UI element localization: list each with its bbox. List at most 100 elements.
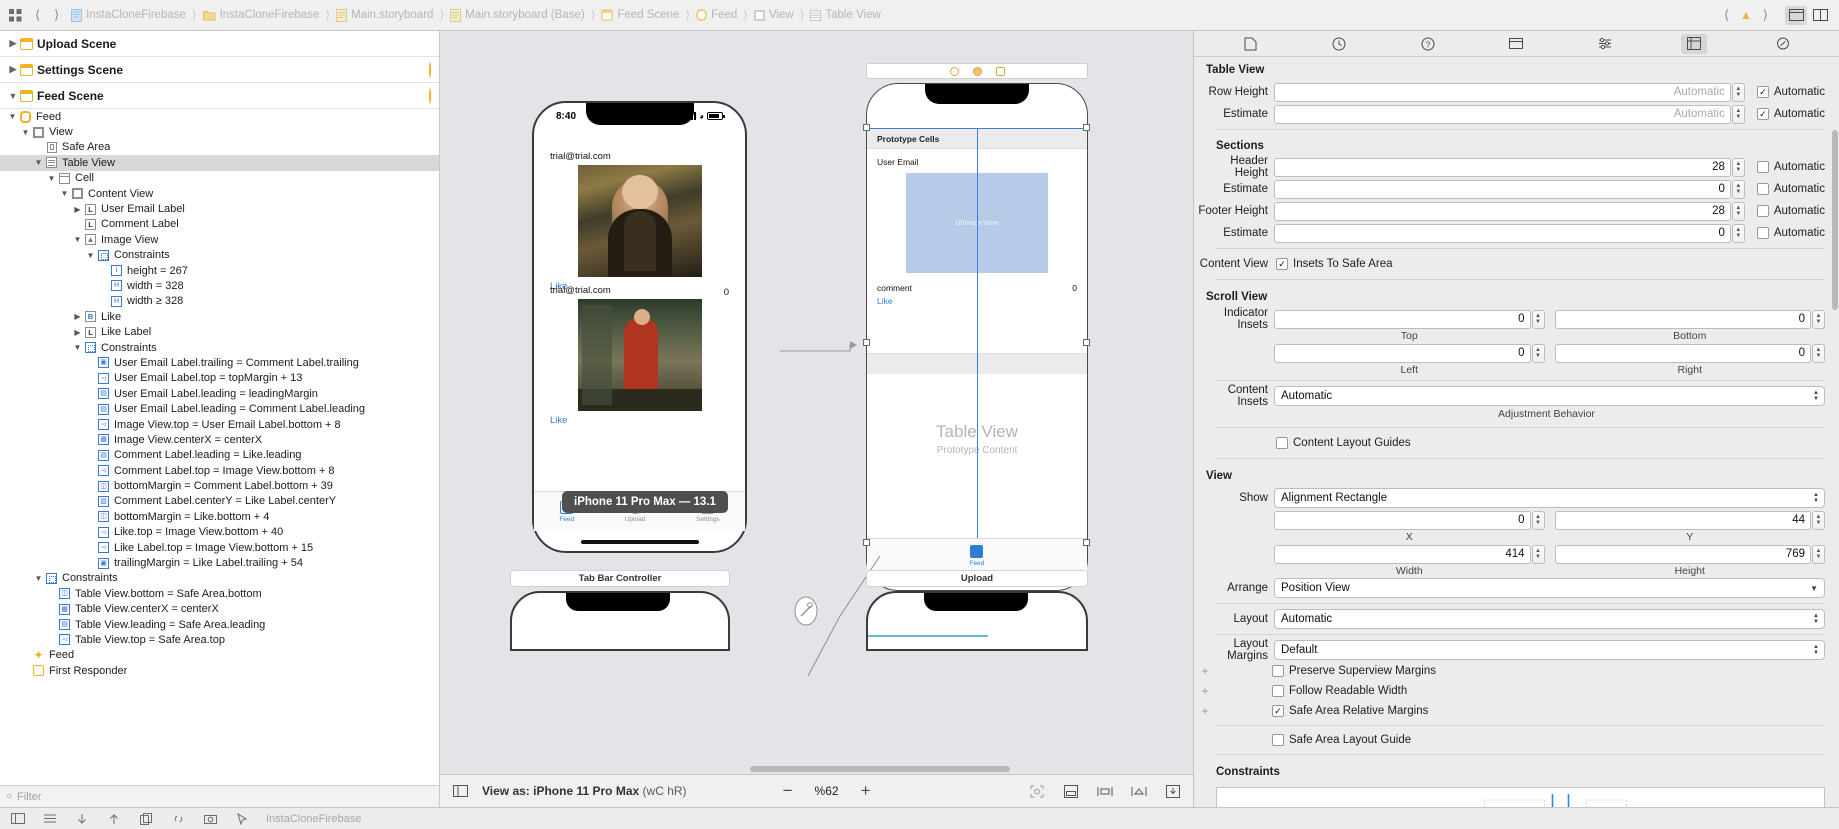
warning-icon[interactable]: ▲ — [1740, 8, 1752, 22]
outline-row[interactable]: ▼ Constraints — [0, 248, 439, 263]
outline-row[interactable]: ✦ Feed — [0, 648, 439, 663]
y-input[interactable]: 44 — [1554, 510, 1811, 530]
arrange-select[interactable]: Position View ▼ — [1274, 578, 1825, 598]
breadcrumb-item-2[interactable]: Main.storyboard — [336, 8, 433, 22]
footer-height-input[interactable]: 28 — [1274, 201, 1731, 221]
scene-row-feed[interactable]: ▼ Feed Scene — [0, 83, 439, 109]
outline-row[interactable]: Hwidth ≥ 328 — [0, 294, 439, 309]
tab-item-feed[interactable]: Feed — [970, 544, 984, 567]
outline-row[interactable]: Iheight = 267 — [0, 263, 439, 278]
outline-row[interactable]: ◫ Table View.bottom = Safe Area.bottom — [0, 586, 439, 601]
outline-row[interactable]: ▤ Comment Label.leading = Like.leading — [0, 448, 439, 463]
zoom-out-button[interactable]: − — [779, 781, 797, 801]
width-input[interactable]: 414 — [1274, 544, 1531, 564]
header-height-automatic-checkbox[interactable] — [1756, 161, 1769, 173]
layout-select[interactable]: Automatic ▲ ▼ — [1274, 609, 1825, 629]
outline-row[interactable]: ▦ Table View.centerX = centerX — [0, 602, 439, 617]
outline-row[interactable]: ▼ Constraints — [0, 571, 439, 586]
align-icon[interactable] — [1095, 782, 1115, 800]
disclosure-down-icon[interactable]: ▼ — [71, 235, 84, 244]
height-stepper[interactable]: ▲ ▼ — [1812, 544, 1825, 564]
inset-right-input[interactable]: 0 — [1554, 343, 1811, 363]
connections-inspector-icon[interactable] — [1770, 34, 1796, 54]
outline-row[interactable]: ▤ Table View.leading = Safe Area.leading — [0, 617, 439, 632]
disclosure-right-icon[interactable]: ▶ — [6, 64, 20, 75]
left-panel-icon[interactable] — [10, 813, 26, 824]
resize-handle-br[interactable] — [1083, 539, 1090, 546]
resize-handle-mr[interactable] — [1083, 339, 1090, 346]
content-layout-guides-checkbox[interactable] — [1276, 437, 1288, 449]
up-arrow-icon[interactable] — [106, 813, 122, 825]
footer-height-automatic-checkbox[interactable] — [1756, 205, 1769, 217]
size-inspector-icon[interactable] — [1680, 33, 1707, 54]
breadcrumb-item-5[interactable]: Feed — [696, 9, 737, 21]
footer-height-stepper[interactable]: ▲ ▼ — [1731, 201, 1745, 221]
outline-row[interactable]: ◅ Image View.top = User Email Label.botto… — [0, 417, 439, 432]
inspector-content[interactable]: Table View Row Height Automatic ▲▼ Autom… — [1194, 57, 1839, 807]
scene-toolbar[interactable] — [866, 63, 1088, 79]
forward-button[interactable]: ⟩ — [52, 7, 61, 23]
outline-row[interactable]: ▼ ▲ Image View — [0, 232, 439, 247]
outline-row[interactable]: ◅ Comment Label.top = Image View.bottom +… — [0, 463, 439, 478]
row-height-stepper[interactable]: ▲ ▼ — [1731, 82, 1745, 102]
view-as-label[interactable]: View as: iPhone 11 Pro Max (wC hR) — [482, 784, 687, 798]
outline-row[interactable]: ◫ bottomMargin = Comment Label.bottom + 3… — [0, 478, 439, 493]
back-button[interactable]: ⟨ — [33, 7, 42, 23]
file-inspector-icon[interactable] — [1237, 34, 1263, 54]
first-responder-dot-icon[interactable] — [972, 66, 982, 76]
follow-readable-width-checkbox[interactable] — [1272, 685, 1284, 697]
outline-row[interactable]: ▶ L Like Label — [0, 324, 439, 339]
x-stepper[interactable]: ▲ ▼ — [1531, 510, 1545, 530]
inset-right-stepper[interactable]: ▲ ▼ — [1812, 343, 1825, 363]
outline-row[interactable]: ▼ Content View — [0, 186, 439, 201]
outline-row[interactable]: ▼ Table View — [0, 155, 439, 171]
add-variation-icon[interactable]: + — [1194, 684, 1216, 698]
disclosure-down-icon[interactable]: ▼ — [32, 574, 45, 583]
footer-estimate-input[interactable]: 0 — [1274, 223, 1731, 243]
down-arrow-icon[interactable] — [74, 813, 90, 825]
x-input[interactable]: 0 — [1274, 510, 1531, 530]
outline-row[interactable]: ▤ User Email Label.leading = leadingMargi… — [0, 386, 439, 401]
outline-row[interactable]: Hwidth = 328 — [0, 278, 439, 293]
copy-icon[interactable] — [138, 812, 154, 825]
outline-row[interactable]: ▼ Constraints — [0, 340, 439, 355]
related-items-icon[interactable] — [8, 8, 23, 23]
link-icon[interactable] — [170, 813, 186, 825]
safe-area-relative-margins-checkbox[interactable] — [1272, 705, 1284, 717]
outline-row[interactable]: ▶ B Like — [0, 309, 439, 324]
outline-row[interactable]: ◅ User Email Label.top = topMargin + 13 — [0, 371, 439, 386]
outline-row[interactable]: ◅ Table View.top = Safe Area.top — [0, 632, 439, 647]
attributes-inspector-icon[interactable] — [1592, 34, 1618, 54]
row-height-automatic-checkbox[interactable] — [1756, 86, 1769, 98]
constraints-diagram[interactable] — [1216, 787, 1825, 807]
scene-plate-tab-bar-controller[interactable]: Tab Bar Controller — [510, 570, 730, 587]
outline-row[interactable]: ▤ User Email Label.leading = Comment Labe… — [0, 401, 439, 416]
outline-row[interactable]: ▼ Cell — [0, 171, 439, 186]
standard-editor-button[interactable] — [1785, 5, 1807, 25]
outline-row[interactable]: L Comment Label — [0, 217, 439, 232]
outline-row[interactable]: ▦ Image View.centerX = centerX — [0, 432, 439, 447]
header-estimate-automatic-checkbox[interactable] — [1756, 183, 1769, 195]
pointer-icon[interactable] — [234, 812, 250, 825]
estimate-input[interactable]: Automatic — [1274, 104, 1731, 124]
storyboard-canvas[interactable]: 8:40 ◕ trial@trial.com 0 Like trial@tria… — [440, 31, 1193, 774]
disclosure-right-icon[interactable]: ▶ — [71, 205, 84, 214]
identity-inspector-icon[interactable] — [1503, 34, 1529, 54]
inset-bottom-stepper[interactable]: ▲ ▼ — [1812, 309, 1825, 329]
height-input[interactable]: 769 — [1554, 544, 1811, 564]
embed-in-icon[interactable] — [1061, 782, 1081, 800]
footer-estimate-automatic-checkbox[interactable] — [1756, 227, 1769, 239]
row-height-input[interactable]: Automatic — [1274, 82, 1731, 102]
outline-scroll-area[interactable]: ▶ Upload Scene ▶ Settings Scene ▼ Feed S… — [0, 31, 439, 785]
outline-row[interactable]: ◅ Like.top = Image View.bottom + 40 — [0, 525, 439, 540]
history-inspector-icon[interactable] — [1326, 34, 1352, 54]
outline-row[interactable]: ▧ Comment Label.centerY = Like Label.cent… — [0, 494, 439, 509]
prev-issue-button[interactable]: ⟨ — [1722, 7, 1731, 23]
add-variation-icon[interactable]: + — [1194, 664, 1216, 678]
inset-bottom-input[interactable]: 0 — [1554, 309, 1811, 329]
content-insets-select[interactable]: Automatic ▲ ▼ — [1274, 386, 1825, 406]
header-height-stepper[interactable]: ▲ ▼ — [1731, 157, 1745, 177]
safe-area-layout-guide-checkbox[interactable] — [1272, 734, 1284, 746]
insets-to-safe-area-checkbox[interactable] — [1276, 258, 1288, 270]
disclosure-down-icon[interactable]: ▼ — [84, 251, 97, 260]
